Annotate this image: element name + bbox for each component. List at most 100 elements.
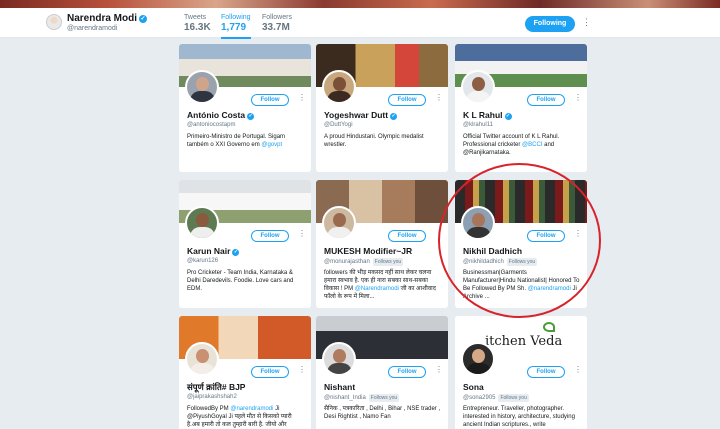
user-handle: @nikhildadhich Follows you bbox=[463, 258, 538, 266]
stat-value: 33.7M bbox=[262, 22, 290, 33]
bio-link[interactable]: @Narendramodi bbox=[355, 286, 399, 292]
verified-icon: ✓ bbox=[390, 113, 398, 120]
user-name[interactable]: Nishant bbox=[324, 382, 355, 392]
avatar[interactable] bbox=[461, 70, 495, 104]
user-bio: Businessman|Garments Manufacturer|Hindu … bbox=[463, 269, 581, 301]
follow-button[interactable]: Follow bbox=[251, 230, 289, 242]
handle-text: @nikhildadhich bbox=[463, 259, 504, 265]
user-name[interactable]: Nikhil Dadhich bbox=[463, 246, 522, 256]
avatar[interactable] bbox=[185, 342, 219, 376]
follow-button[interactable]: Follow bbox=[527, 230, 565, 242]
stat-label: Tweets bbox=[184, 14, 207, 21]
verified-icon: ✓ bbox=[232, 249, 240, 256]
follows-you-badge: Follows you bbox=[498, 394, 529, 402]
avatar[interactable] bbox=[46, 14, 62, 30]
profile-name[interactable]: Narendra Modi ✓ bbox=[67, 13, 148, 24]
user-name[interactable]: K L Rahul ✓ bbox=[463, 110, 512, 120]
avatar[interactable] bbox=[185, 206, 219, 240]
bio-text: सैनिक , पत्रकारिता , Delhi , Bihar , NSE… bbox=[324, 406, 441, 420]
user-name[interactable]: António Costa ✓ bbox=[187, 110, 255, 120]
stat-tweets[interactable]: Tweets 16.3K bbox=[184, 14, 211, 33]
profile-name-text: Narendra Modi bbox=[67, 13, 138, 24]
follow-button[interactable]: Follow bbox=[527, 366, 565, 378]
user-handle: @sona2905 Follows you bbox=[463, 394, 529, 402]
user-bio: FollowedBy PM @narendramodi Ji @PiyushGo… bbox=[187, 405, 305, 429]
user-handle: @monurajasthan Follows you bbox=[324, 258, 404, 266]
stat-label: Followers bbox=[262, 14, 292, 21]
kitchen-veda-logo: itchen Veda bbox=[485, 334, 562, 349]
user-name[interactable]: Karun Nair ✓ bbox=[187, 246, 240, 256]
user-handle: @jaiprakashshah2 bbox=[187, 394, 237, 400]
bio-text: FollowedBy PM bbox=[187, 406, 231, 412]
avatar[interactable] bbox=[461, 206, 495, 240]
user-handle: @karun126 bbox=[187, 258, 219, 264]
bio-text: A proud Hindustani. Olympic medalist wre… bbox=[324, 134, 424, 148]
handle-text: @nishant_India bbox=[324, 395, 366, 401]
follow-button[interactable]: Follow bbox=[251, 366, 289, 378]
user-card[interactable]: Follow ⋮ MUKESH Modifier~JR @monurajasth… bbox=[316, 180, 448, 308]
bio-link[interactable]: @narendramodi bbox=[230, 406, 273, 412]
user-name-text: António Costa bbox=[187, 110, 246, 120]
user-card[interactable]: Follow ⋮ K L Rahul ✓ @klrahul11 Official … bbox=[455, 44, 587, 172]
verified-icon: ✓ bbox=[139, 15, 148, 23]
user-handle: @antoniocostapm bbox=[187, 122, 236, 128]
leaf-icon bbox=[543, 322, 555, 332]
user-card[interactable]: itchen Veda Follow ⋮ Sona @sona2905 Follo… bbox=[455, 316, 587, 429]
user-name[interactable]: Sona bbox=[463, 382, 484, 392]
follow-button[interactable]: Follow bbox=[388, 94, 426, 106]
user-card[interactable]: Follow ⋮ Karun Nair ✓ @karun126 Pro Crick… bbox=[179, 180, 311, 308]
user-name-text: MUKESH Modifier~JR bbox=[324, 246, 413, 256]
user-handle: @nishant_India Follows you bbox=[324, 394, 400, 402]
follows-you-badge: Follows you bbox=[506, 258, 538, 266]
user-card[interactable]: Follow ⋮ संपूर्ण क्रांति# BJP @jaiprakas… bbox=[179, 316, 311, 429]
user-name-text: संपूर्ण क्रांति# BJP bbox=[187, 382, 246, 392]
more-icon[interactable]: ⋮ bbox=[582, 17, 591, 28]
user-name-text: Nishant bbox=[324, 382, 356, 392]
stat-value: 1,779 bbox=[221, 22, 247, 33]
more-icon[interactable]: ⋮ bbox=[574, 229, 582, 238]
user-bio: Official Twitter account of K L Rahul. P… bbox=[463, 133, 581, 157]
more-icon[interactable]: ⋮ bbox=[435, 365, 443, 374]
profile-banner bbox=[0, 0, 720, 8]
user-handle: @klrahul11 bbox=[463, 122, 493, 128]
user-name[interactable]: संपूर्ण क्रांति# BJP bbox=[187, 382, 245, 393]
profile-nav: Narendra Modi ✓ @narendramodi Tweets 16.3… bbox=[0, 8, 720, 39]
user-name[interactable]: MUKESH Modifier~JR bbox=[324, 246, 412, 256]
user-bio: सैनिक , पत्रकारिता , Delhi , Bihar , NSE… bbox=[324, 405, 442, 421]
user-name-text: Nikhil Dadhich bbox=[463, 246, 523, 256]
user-bio: Pro Cricketer - Team India, Karnataka & … bbox=[187, 269, 305, 293]
more-icon[interactable]: ⋮ bbox=[298, 229, 306, 238]
avatar[interactable] bbox=[322, 206, 356, 240]
more-icon[interactable]: ⋮ bbox=[574, 365, 582, 374]
avatar[interactable] bbox=[185, 70, 219, 104]
stat-followers[interactable]: Followers 33.7M bbox=[262, 14, 292, 33]
bio-link[interactable]: @BCCI bbox=[522, 142, 542, 148]
avatar[interactable] bbox=[461, 342, 495, 376]
more-icon[interactable]: ⋮ bbox=[298, 365, 306, 374]
bio-link[interactable]: @narendramodi bbox=[528, 286, 571, 292]
user-card[interactable]: Follow ⋮ Nikhil Dadhich @nikhildadhich Fo… bbox=[455, 180, 587, 308]
verified-icon: ✓ bbox=[504, 113, 512, 120]
more-icon[interactable]: ⋮ bbox=[574, 93, 582, 102]
user-card[interactable]: Follow ⋮ António Costa ✓ @antoniocostapm … bbox=[179, 44, 311, 172]
user-name[interactable]: Yogeshwar Dutt ✓ bbox=[324, 110, 398, 120]
more-icon[interactable]: ⋮ bbox=[435, 229, 443, 238]
stat-value: 16.3K bbox=[184, 22, 211, 33]
user-bio: A proud Hindustani. Olympic medalist wre… bbox=[324, 133, 442, 149]
stat-following[interactable]: Following 1,779 bbox=[221, 14, 251, 39]
avatar[interactable] bbox=[322, 342, 356, 376]
user-bio: followers की भीड़ मकसद नहीं साथ लेकर चलन… bbox=[324, 269, 442, 301]
bio-text: Pro Cricketer - Team India, Karnataka & … bbox=[187, 270, 294, 292]
user-name-text: K L Rahul bbox=[463, 110, 503, 120]
follow-button[interactable]: Follow bbox=[251, 94, 289, 106]
follow-button[interactable]: Follow bbox=[527, 94, 565, 106]
follow-button[interactable]: Follow bbox=[388, 230, 426, 242]
user-card[interactable]: Follow ⋮ Yogeshwar Dutt ✓ @DuttYogi A pro… bbox=[316, 44, 448, 172]
more-icon[interactable]: ⋮ bbox=[435, 93, 443, 102]
user-card[interactable]: Follow ⋮ Nishant @nishant_India Follows y… bbox=[316, 316, 448, 429]
following-button[interactable]: Following bbox=[525, 16, 575, 32]
avatar[interactable] bbox=[322, 70, 356, 104]
bio-link[interactable]: @govpt bbox=[261, 142, 282, 148]
follow-button[interactable]: Follow bbox=[388, 366, 426, 378]
more-icon[interactable]: ⋮ bbox=[298, 93, 306, 102]
